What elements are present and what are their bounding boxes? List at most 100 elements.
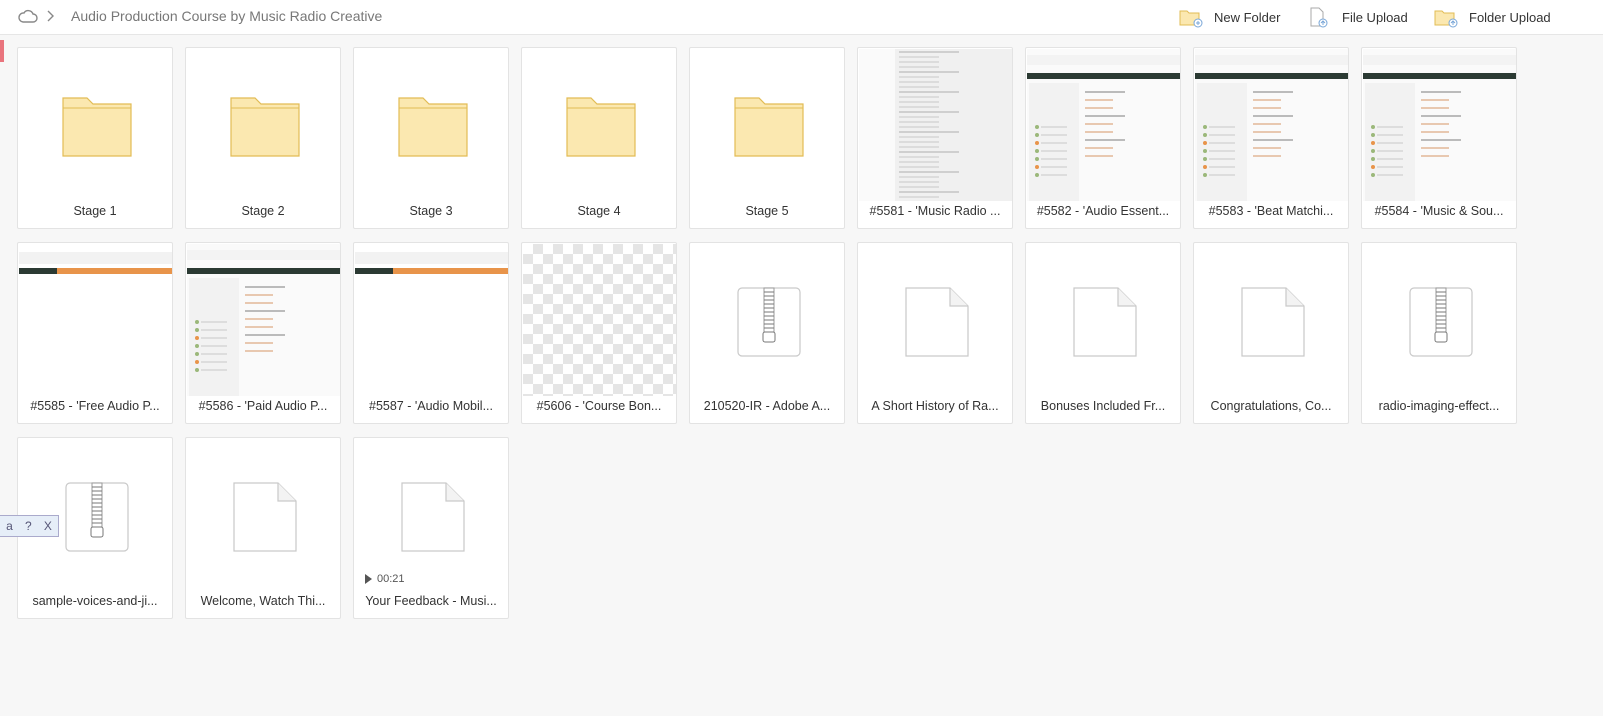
file-tile[interactable]: #5586 - 'Paid Audio P...	[185, 242, 341, 424]
document-icon	[1073, 287, 1137, 357]
tile-label: Stage 4	[577, 204, 621, 218]
tile-label: sample-voices-and-ji...	[32, 594, 158, 608]
tile-label: Stage 3	[409, 204, 453, 218]
file-tile[interactable]: #5582 - 'Audio Essent...	[1025, 47, 1181, 229]
folder-upload-button[interactable]: Folder Upload	[1433, 6, 1551, 28]
folder-tile[interactable]: Stage 2	[185, 47, 341, 229]
tile-thumbnail	[1195, 49, 1348, 201]
help-widget[interactable]: a ? X	[0, 515, 59, 537]
file-tile[interactable]: Welcome, Watch Thi...	[185, 437, 341, 619]
help-widget-left[interactable]: a	[6, 519, 13, 533]
tile-label: radio-imaging-effect...	[1378, 399, 1500, 413]
cloud-icon[interactable]	[18, 8, 38, 24]
file-upload-label: File Upload	[1342, 9, 1408, 25]
tile-label: Your Feedback - Musi...	[365, 594, 497, 608]
tile-label: 210520-IR - Adobe A...	[703, 399, 831, 413]
tile-label: #5587 - 'Audio Mobil...	[369, 399, 493, 413]
tile-thumbnail	[355, 49, 508, 201]
document-icon	[1241, 287, 1305, 357]
tile-label: Stage 5	[745, 204, 789, 218]
breadcrumb-current-folder[interactable]: Audio Production Course by Music Radio C…	[71, 8, 382, 24]
folder-icon	[734, 97, 804, 157]
tile-label: #5606 - 'Course Bon...	[536, 399, 662, 413]
file-tile[interactable]: Bonuses Included Fr...	[1025, 242, 1181, 424]
thumbnail-preview	[19, 244, 172, 396]
tile-label: Welcome, Watch Thi...	[200, 594, 326, 608]
zip-archive-icon	[737, 287, 801, 357]
tile-label: A Short History of Ra...	[871, 399, 999, 413]
tile-thumbnail: 00:21	[355, 439, 508, 591]
tile-thumbnail	[523, 49, 676, 201]
file-tile[interactable]: 00:21 Your Feedback - Musi...	[353, 437, 509, 619]
tile-thumbnail	[19, 49, 172, 201]
tile-thumbnail	[1363, 49, 1516, 201]
file-upload-icon	[1310, 7, 1328, 28]
tile-label: Congratulations, Co...	[1210, 399, 1332, 413]
close-icon[interactable]: X	[44, 519, 52, 533]
tile-label: #5582 - 'Audio Essent...	[1036, 204, 1170, 218]
thumbnail-preview	[355, 244, 508, 396]
tile-thumbnail	[859, 49, 1012, 201]
tile-thumbnail	[691, 244, 844, 396]
tile-label: Stage 1	[73, 204, 117, 218]
file-tile[interactable]: radio-imaging-effect...	[1361, 242, 1517, 424]
folder-tile[interactable]: Stage 3	[353, 47, 509, 229]
help-icon[interactable]: ?	[25, 519, 32, 533]
tile-thumbnail	[1027, 244, 1180, 396]
thumbnail-preview	[187, 244, 340, 396]
new-folder-button[interactable]: New Folder	[1178, 6, 1280, 28]
zip-archive-icon	[65, 482, 129, 552]
tile-thumbnail	[187, 49, 340, 201]
folder-tile[interactable]: Stage 4	[521, 47, 677, 229]
new-folder-label: New Folder	[1214, 9, 1281, 25]
tile-thumbnail	[1195, 244, 1348, 396]
play-icon	[365, 574, 372, 584]
thumbnail-preview	[1363, 49, 1516, 201]
thumbnail-preview	[1027, 49, 1180, 201]
folder-tile[interactable]: Stage 1	[17, 47, 173, 229]
tile-thumbnail	[1363, 244, 1516, 396]
video-duration: 00:21	[377, 573, 405, 585]
tile-label: #5583 - 'Beat Matchi...	[1208, 204, 1334, 218]
side-marker	[0, 40, 4, 62]
file-tile[interactable]: #5584 - 'Music & Sou...	[1361, 47, 1517, 229]
file-tile[interactable]: #5581 - 'Music Radio ...	[857, 47, 1013, 229]
file-tile[interactable]: Congratulations, Co...	[1193, 242, 1349, 424]
document-icon	[401, 482, 465, 552]
document-icon	[233, 482, 297, 552]
folder-icon	[566, 97, 636, 157]
tile-thumbnail	[1027, 49, 1180, 201]
thumbnail-preview	[1195, 49, 1348, 201]
tile-thumbnail	[187, 244, 340, 396]
file-tile[interactable]: #5583 - 'Beat Matchi...	[1193, 47, 1349, 229]
transparent-image-preview	[523, 244, 676, 396]
folder-upload-label: Folder Upload	[1469, 9, 1551, 25]
tile-thumbnail	[523, 244, 676, 396]
tile-thumbnail	[355, 244, 508, 396]
tile-label: Stage 2	[241, 204, 285, 218]
folder-icon	[230, 97, 300, 157]
tile-thumbnail	[19, 244, 172, 396]
tile-label: #5581 - 'Music Radio ...	[869, 204, 1001, 218]
folder-tile[interactable]: Stage 5	[689, 47, 845, 229]
zip-archive-icon	[1409, 287, 1473, 357]
folder-upload-icon	[1434, 10, 1458, 28]
file-tile[interactable]: #5606 - 'Course Bon...	[521, 242, 677, 424]
tile-label: #5585 - 'Free Audio P...	[30, 399, 160, 413]
chevron-right-icon	[47, 10, 54, 22]
tile-label: #5586 - 'Paid Audio P...	[198, 399, 328, 413]
file-upload-button[interactable]: File Upload	[1306, 6, 1408, 28]
tile-label: #5584 - 'Music & Sou...	[1374, 204, 1504, 218]
new-folder-icon	[1179, 10, 1203, 28]
top-bar: Audio Production Course by Music Radio C…	[0, 0, 1603, 35]
folder-icon	[62, 97, 132, 157]
file-tile[interactable]: #5585 - 'Free Audio P...	[17, 242, 173, 424]
file-tile[interactable]: #5587 - 'Audio Mobil...	[353, 242, 509, 424]
file-tile[interactable]: A Short History of Ra...	[857, 242, 1013, 424]
tile-label: Bonuses Included Fr...	[1040, 399, 1166, 413]
folder-icon	[398, 97, 468, 157]
video-duration-badge: 00:21	[365, 573, 405, 585]
file-tile[interactable]: 210520-IR - Adobe A...	[689, 242, 845, 424]
thumbnail-preview	[859, 49, 1012, 201]
document-icon	[905, 287, 969, 357]
